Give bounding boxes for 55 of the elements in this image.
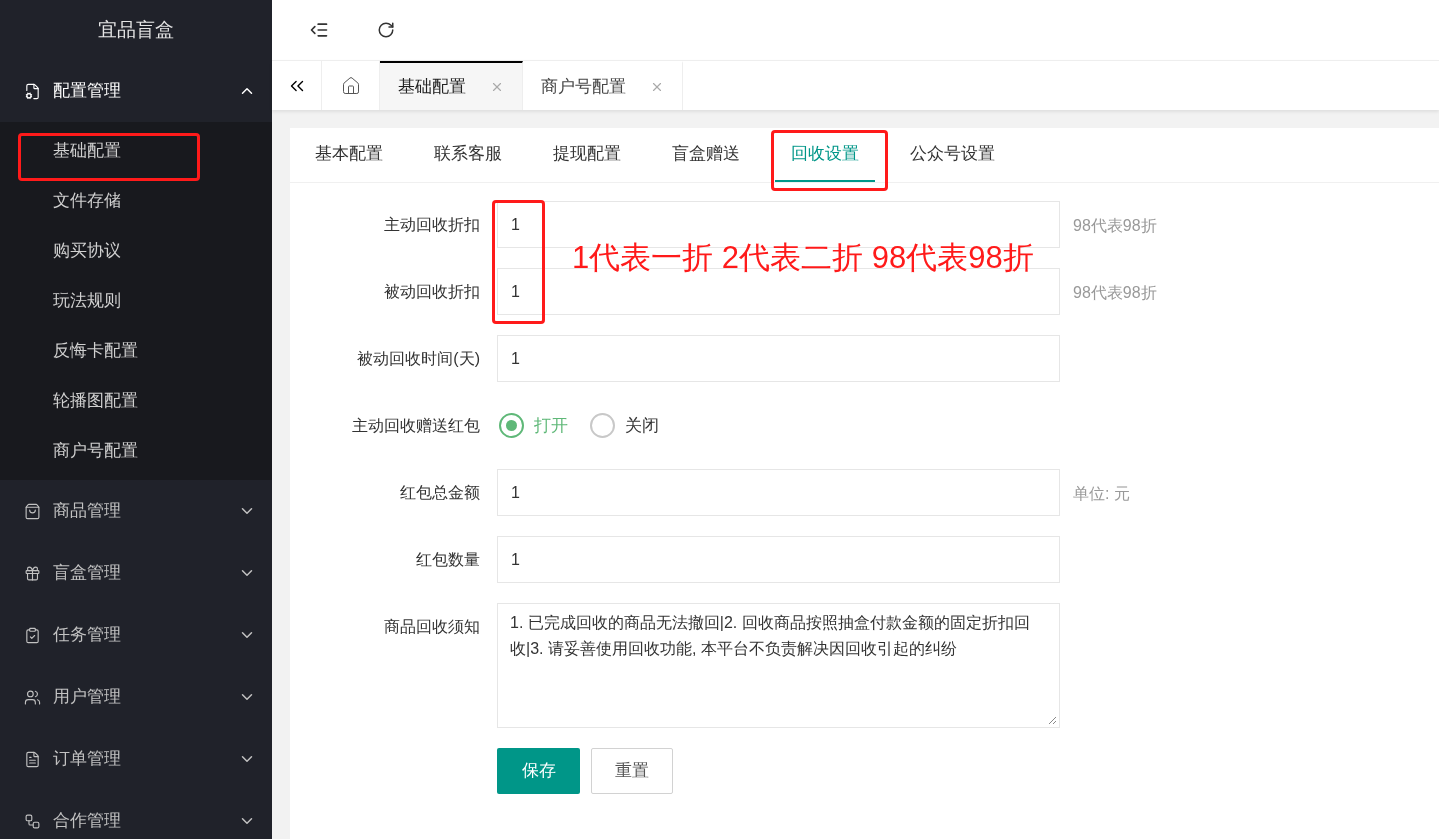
page-tab[interactable]: 基础配置 (380, 61, 523, 110)
section-tab[interactable]: 回收设置 (775, 140, 875, 182)
home-icon (340, 75, 361, 96)
page-tab[interactable]: 商户号配置 (523, 61, 683, 110)
menu-collapse-icon[interactable] (309, 20, 329, 40)
section-tab[interactable]: 基本配置 (299, 140, 399, 182)
radio-button[interactable] (590, 413, 615, 438)
radio-button[interactable] (499, 413, 524, 438)
nodes-icon (24, 812, 41, 830)
sidebar-menu-item[interactable]: 合作管理 (0, 790, 272, 839)
save-button[interactable]: 保存 (497, 748, 580, 794)
refresh-icon[interactable] (377, 21, 395, 39)
field-label: 被动回收折扣 (384, 283, 480, 300)
clipboard-check-icon (24, 626, 41, 644)
sidebar-submenu-item[interactable]: 文件存储 (0, 176, 272, 226)
input-field[interactable]: 1 (497, 469, 1060, 516)
sidebar-menu-item[interactable]: 订单管理 (0, 728, 272, 790)
section-tab[interactable]: 公众号设置 (894, 140, 1011, 182)
textarea-field[interactable]: 1. 已完成回收的商品无法撤回|2. 回收商品按照抽盒付款金额的固定折扣回收|3. 请妥善使用回收功能, 本平台不负责解决因回收引起的纠纷 (497, 603, 1060, 728)
user-icon (24, 688, 41, 706)
sidebar-submenu-item[interactable]: 玩法规则 (0, 276, 272, 326)
reset-button[interactable]: 重置 (591, 748, 673, 794)
field-label: 红包数量 (416, 551, 480, 568)
section-tab[interactable]: 盲盒赠送 (656, 140, 756, 182)
field-hint: 98代表98折 (1073, 283, 1157, 303)
bag-icon (24, 502, 41, 520)
field-label: 主动回收赠送红包 (352, 417, 480, 434)
radio-label: 关闭 (625, 414, 659, 437)
field-hint: 98代表98折 (1073, 216, 1157, 236)
settings-icon (24, 82, 41, 100)
radio-label: 打开 (534, 414, 568, 437)
section-tab[interactable]: 提现配置 (537, 140, 637, 182)
input-field[interactable]: 1 (497, 335, 1060, 382)
sidebar-submenu-item[interactable]: 基础配置 (0, 126, 272, 176)
radio-option[interactable]: 关闭 (590, 412, 659, 439)
field-label: 被动回收时间(天) (357, 350, 480, 367)
field-hint: 单位: 元 (1073, 484, 1130, 504)
section-tab[interactable]: 联系客服 (418, 140, 518, 182)
sidebar-submenu-item[interactable]: 购买协议 (0, 226, 272, 276)
sidebar-menu-item[interactable]: 商品管理 (0, 480, 272, 542)
sidebar-menu-item[interactable]: 任务管理 (0, 604, 272, 666)
app-logo-text: 宜品盲盒 (98, 17, 174, 42)
sidebar-menu-item[interactable]: 用户管理 (0, 666, 272, 728)
field-label: 红包总金额 (400, 484, 480, 501)
sidebar-menu-item[interactable]: 配置管理 (0, 60, 272, 122)
document-icon (24, 750, 41, 768)
sidebar-submenu-item[interactable]: 反悔卡配置 (0, 326, 272, 376)
field-label: 商品回收须知 (384, 618, 480, 635)
sidebar-submenu-item[interactable]: 轮播图配置 (0, 376, 272, 426)
field-label: 主动回收折扣 (384, 216, 480, 233)
resize-handle-icon (1047, 715, 1057, 725)
gift-icon (24, 564, 41, 582)
sidebar-menu-item[interactable]: 盲盒管理 (0, 542, 272, 604)
sidebar-submenu-item[interactable]: 商户号配置 (0, 426, 272, 476)
input-field[interactable]: 1 (497, 536, 1060, 583)
